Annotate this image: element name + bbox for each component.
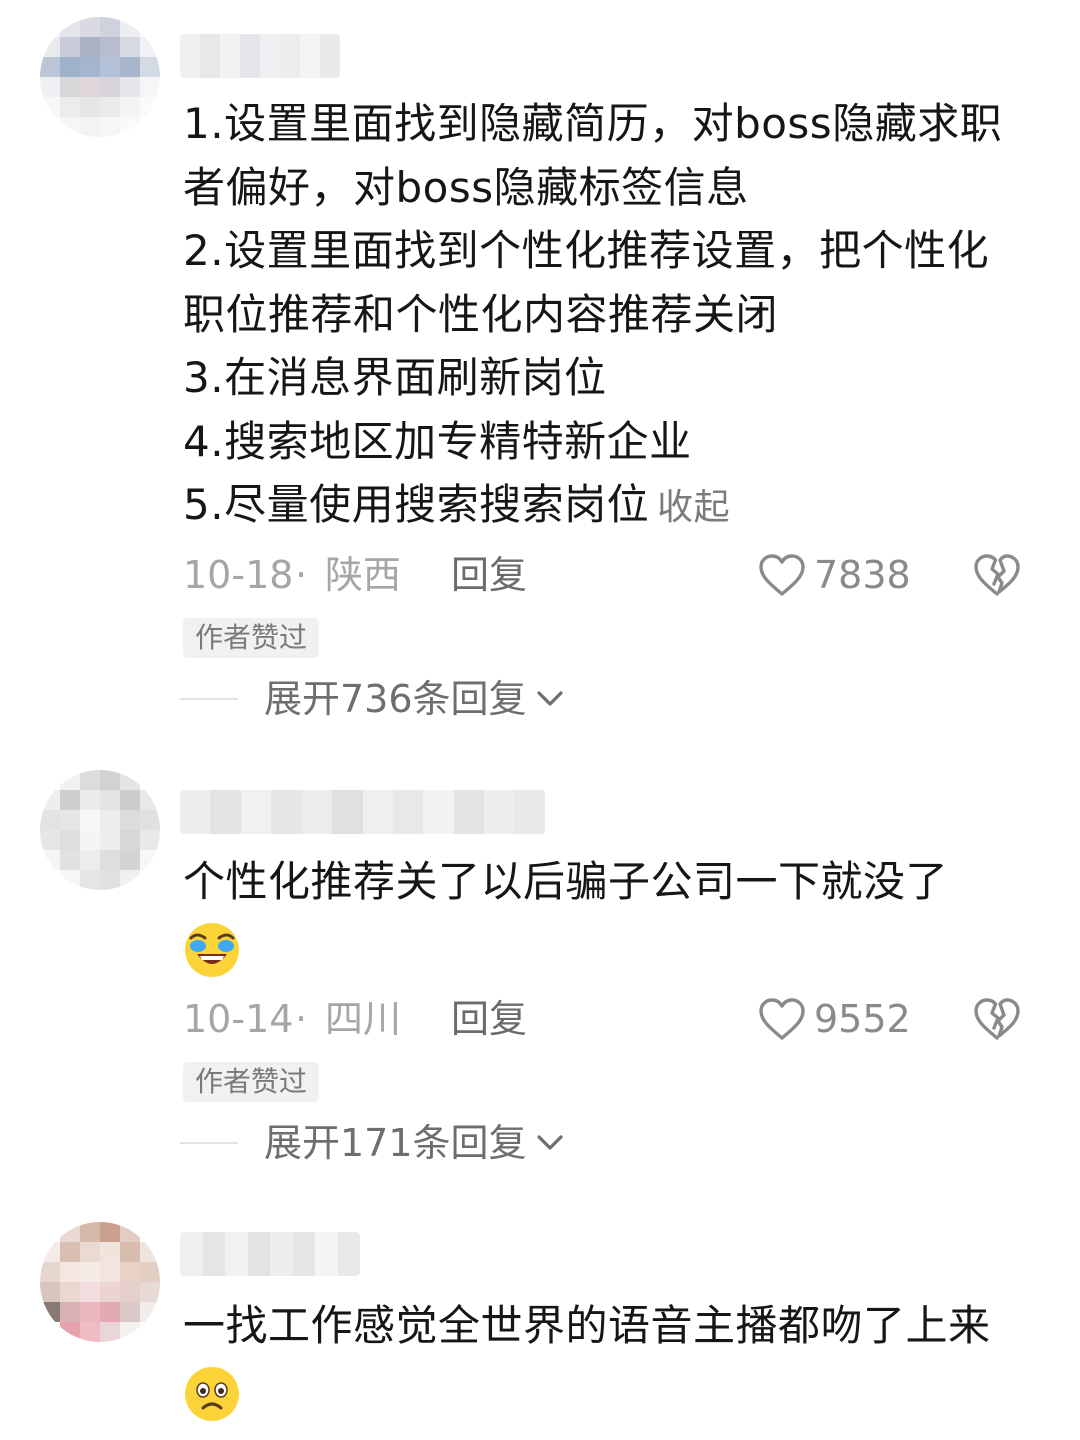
frowning-emoji bbox=[185, 1366, 239, 1421]
username-blurred[interactable] bbox=[180, 1232, 360, 1276]
avatar[interactable] bbox=[40, 1222, 160, 1342]
comment-line: 一找工作感觉全世界的语音主播都吻了上来 bbox=[183, 1301, 991, 1350]
comment-item: 一找工作感觉全世界的语音主播都吻了上来 bbox=[0, 0, 1080, 1440]
comment-text: 一找工作感觉全世界的语音主播都吻了上来 bbox=[183, 1294, 1043, 1422]
